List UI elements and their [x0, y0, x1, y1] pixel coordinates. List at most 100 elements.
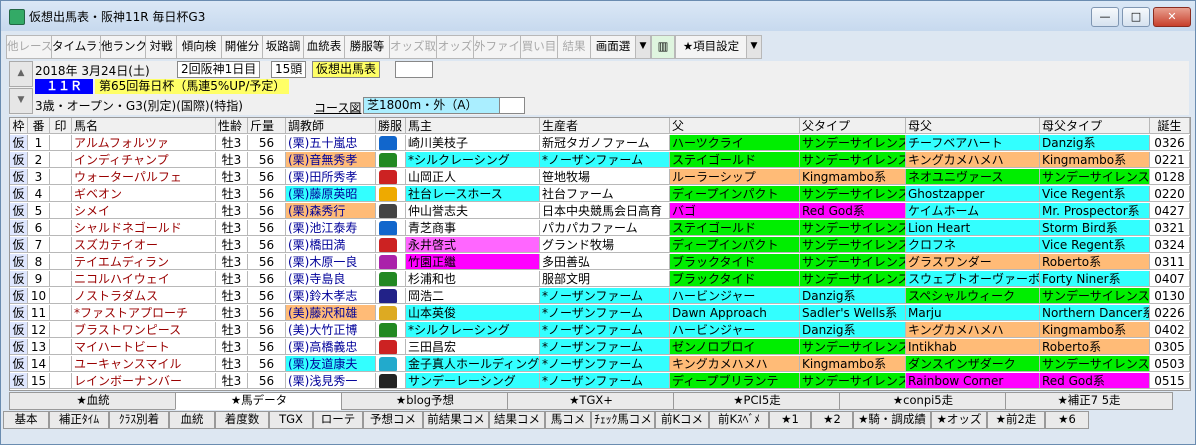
- toolbar-button-6[interactable]: 坂路調: [262, 35, 304, 59]
- tab-top-4[interactable]: ★PCI5走: [673, 392, 841, 410]
- table-row[interactable]: 仮 12 ブラストワンピース 牡3 56 (美)大竹正博 *シルクレーシング *ノーザンファー…: [10, 322, 1190, 339]
- table-row[interactable]: 仮 13 マイハートビート 牡3 56 (栗)高橋義忠 三田昌宏 *ノーザンファーム ゼンノロブ…: [10, 339, 1190, 356]
- maximize-button[interactable]: □: [1122, 7, 1150, 27]
- tab-bottom-19[interactable]: ★6: [1045, 411, 1089, 429]
- tab-bottom-15[interactable]: ★2: [811, 411, 853, 429]
- toolbar-button-13[interactable]: 結果: [557, 35, 591, 59]
- cell-horse[interactable]: シャルドネゴールド: [72, 220, 216, 236]
- cell-horse[interactable]: マイハートビート: [72, 339, 216, 355]
- header-sire[interactable]: 父: [670, 118, 800, 134]
- tab-bottom-16[interactable]: ★騎・調成績: [853, 411, 931, 429]
- cell-horse[interactable]: ギベオン: [72, 186, 216, 202]
- header-horse[interactable]: 馬名: [72, 118, 216, 134]
- header-breeder[interactable]: 生産者: [540, 118, 670, 134]
- tab-bottom-6[interactable]: ローテ: [313, 411, 363, 429]
- minimize-button[interactable]: —: [1091, 7, 1119, 27]
- table-row[interactable]: 仮 4 ギベオン 牡3 56 (栗)藤原英昭 社台レースホース 社台ファーム ディープインパクト…: [10, 186, 1190, 203]
- tab-bottom-7[interactable]: 予想コメ: [363, 411, 423, 429]
- course-map-link[interactable]: コース図: [314, 99, 361, 116]
- cell-horse[interactable]: スズカテイオー: [72, 237, 216, 253]
- tab-bottom-18[interactable]: ★前2走: [987, 411, 1045, 429]
- table-row[interactable]: 仮 5 シメイ 牡3 56 (栗)森秀行 仲山誉志夫 日本中央競馬会日高育 バゴ Red God系…: [10, 203, 1190, 220]
- tab-top-3[interactable]: ★TGX+: [507, 392, 675, 410]
- table-row[interactable]: 仮 11 *ファストアプローチ 牡3 56 (美)藤沢和雄 山本英俊 *ノーザンファーム Daw…: [10, 305, 1190, 322]
- tab-bottom-2[interactable]: ｸﾗｽ別着: [109, 411, 169, 429]
- tab-bottom-1[interactable]: 補正ﾀｲﾑ: [49, 411, 109, 429]
- tab-top-6[interactable]: ★補正7 5走: [1005, 392, 1173, 410]
- cell-horse[interactable]: テイエムディラン: [72, 254, 216, 270]
- table-row[interactable]: 仮 14 ユーキャンスマイル 牡3 56 (栗)友道康夫 金子真人ホールディング *ノーザンフ…: [10, 356, 1190, 373]
- cell-sexage: 牡3: [216, 220, 248, 236]
- header-dam_sire[interactable]: 母父: [906, 118, 1040, 134]
- table-row[interactable]: 仮 3 ウォーターパルフェ 牡3 56 (栗)田所秀孝 山岡正人 笹地牧場 ルーラーシップ Kin…: [10, 169, 1190, 186]
- tab-bottom-0[interactable]: 基本: [3, 411, 49, 429]
- toolbar-button-1[interactable]: タイムランク: [51, 35, 101, 59]
- cell-horse[interactable]: ノストラダムス: [72, 288, 216, 304]
- header-num[interactable]: 番: [28, 118, 50, 134]
- tab-bottom-9[interactable]: 結果コメ: [489, 411, 545, 429]
- header-trainer[interactable]: 調教師: [286, 118, 376, 134]
- tab-bottom-14[interactable]: ★1: [769, 411, 811, 429]
- table-row[interactable]: 仮 6 シャルドネゴールド 牡3 56 (栗)池江泰寿 青芝商事 パカパカファーム ステイゴール…: [10, 220, 1190, 237]
- tab-bottom-12[interactable]: 前Kコメ: [655, 411, 709, 429]
- header-sexage[interactable]: 性齢: [216, 118, 248, 134]
- tab-bottom-10[interactable]: 馬コメ: [545, 411, 591, 429]
- toolbar-button-15[interactable]: ★項目設定: [675, 35, 747, 59]
- tab-top-2[interactable]: ★blog予想: [341, 392, 509, 410]
- header-silk[interactable]: 勝服: [376, 118, 406, 134]
- table-row[interactable]: 仮 1 アルムフォルツァ 牡3 56 (栗)五十嵐忠 崎川美枝子 新冠タガノファーム ハーツクラ…: [10, 135, 1190, 152]
- toolbar-button-3[interactable]: 対戦: [145, 35, 177, 59]
- tab-top-5[interactable]: ★conpi5走: [839, 392, 1007, 410]
- table-row[interactable]: 仮 15 レインボーナンバー 牡3 56 (栗)浅見秀一 サンデーレーシング *ノーザンファー…: [10, 373, 1190, 390]
- header-weight[interactable]: 斤量: [248, 118, 286, 134]
- header-owner[interactable]: 馬主: [406, 118, 540, 134]
- tab-bottom-11[interactable]: ﾁｪｯｸ馬コメ: [591, 411, 655, 429]
- dropdown-arrow-icon[interactable]: ▼: [746, 35, 762, 59]
- prev-race-button[interactable]: ▲: [9, 61, 33, 87]
- cell-horse[interactable]: アルムフォルツァ: [72, 135, 216, 151]
- toolbar-button-14[interactable]: 画面選: [590, 35, 636, 59]
- cell-horse[interactable]: レインボーナンバー: [72, 373, 216, 389]
- table-row[interactable]: 仮 10 ノストラダムス 牡3 56 (栗)鈴木孝志 岡浩二 *ノーザンファーム ハービンジャー…: [10, 288, 1190, 305]
- cell-horse[interactable]: インディチャンプ: [72, 152, 216, 168]
- cell-horse[interactable]: ニコルハイウェイ: [72, 271, 216, 287]
- cell-horse[interactable]: *ファストアプローチ: [72, 305, 216, 321]
- tab-bottom-17[interactable]: ★オッズ: [931, 411, 987, 429]
- toolbar-button-5[interactable]: 開催分: [221, 35, 263, 59]
- tab-top-1[interactable]: ★馬データ: [175, 392, 343, 410]
- tab-bottom-4[interactable]: 着度数: [215, 411, 269, 429]
- tab-bottom-3[interactable]: 血統: [169, 411, 215, 429]
- toolbar-button-11[interactable]: 外ファイル: [473, 35, 521, 59]
- header-waku[interactable]: 枠: [10, 118, 28, 134]
- cell-horse[interactable]: ウォーターパルフェ: [72, 169, 216, 185]
- tab-bottom-13[interactable]: 前Kｽﾍﾞﾒ: [709, 411, 769, 429]
- header-mark[interactable]: 印: [50, 118, 72, 134]
- tab-top-0[interactable]: ★血統: [9, 392, 177, 410]
- table-row[interactable]: 仮 9 ニコルハイウェイ 牡3 56 (栗)寺島良 杉浦和也 服部文明 ブラックタイド サンデーサ…: [10, 271, 1190, 288]
- toolbar-button-0[interactable]: 他レース: [6, 35, 52, 59]
- table-row[interactable]: 仮 2 インディチャンプ 牡3 56 (栗)音無秀孝 *シルクレーシング *ノーザンファームス…: [10, 152, 1190, 169]
- cell-horse[interactable]: ブラストワンピース: [72, 322, 216, 338]
- tab-bottom-8[interactable]: 前結果コメ: [423, 411, 489, 429]
- next-race-button[interactable]: ▼: [9, 88, 33, 114]
- table-row[interactable]: 仮 7 スズカテイオー 牡3 56 (栗)橋田満 永井啓弍 グランド牧場 ディープインパクト サン…: [10, 237, 1190, 254]
- table-row[interactable]: 仮 8 テイエムディラン 牡3 56 (栗)木原一良 竹園正繼 多田善弘 ブラックタイド サンデー…: [10, 254, 1190, 271]
- toolbar-button-4[interactable]: 傾向検: [176, 35, 222, 59]
- panel-icon[interactable]: ▥: [651, 35, 675, 59]
- header-sire_type[interactable]: 父タイプ: [800, 118, 906, 134]
- toolbar-button-2[interactable]: 他ランク: [100, 35, 146, 59]
- cell-horse[interactable]: ユーキャンスマイル: [72, 356, 216, 372]
- toolbar-button-8[interactable]: 勝服等: [344, 35, 390, 59]
- toolbar-button-9[interactable]: オッズ取: [389, 35, 437, 59]
- toolbar-button-12[interactable]: 買い目: [520, 35, 558, 59]
- header-dam_sire_type[interactable]: 母父タイプ: [1040, 118, 1150, 134]
- cell-mark: [50, 339, 72, 355]
- cell-owner: 竹園正繼: [406, 254, 540, 270]
- dropdown-arrow-icon[interactable]: ▼: [635, 35, 651, 59]
- tab-bottom-5[interactable]: TGX: [269, 411, 313, 429]
- toolbar-button-10[interactable]: オッズ: [436, 35, 474, 59]
- toolbar-button-7[interactable]: 血統表: [303, 35, 345, 59]
- close-button[interactable]: ✕: [1153, 7, 1191, 27]
- header-birth[interactable]: 誕生: [1150, 118, 1190, 134]
- cell-horse[interactable]: シメイ: [72, 203, 216, 219]
